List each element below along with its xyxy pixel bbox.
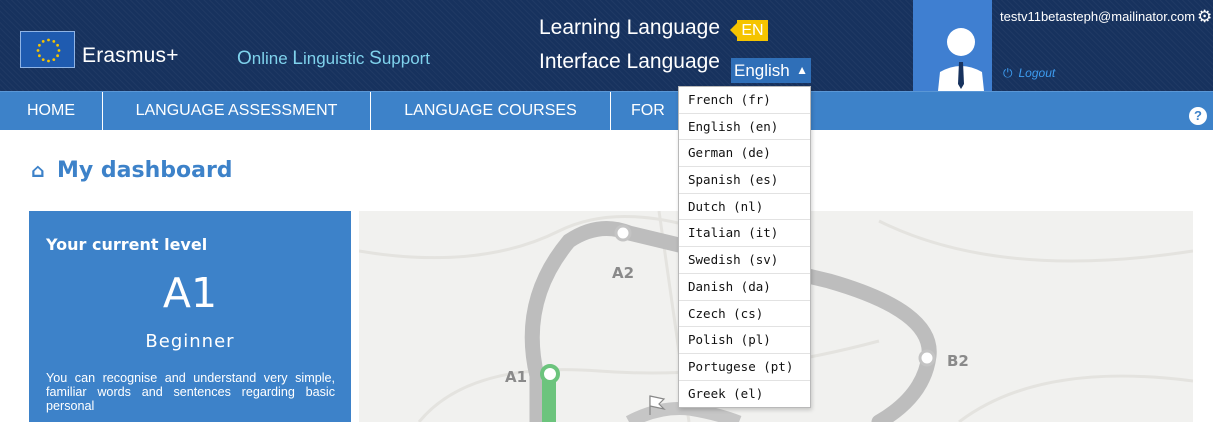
home-icon: ⌂ [31, 160, 45, 182]
power-icon: ⏻ [1003, 66, 1013, 80]
language-option-fr[interactable]: French (fr) [679, 87, 810, 114]
main-nav: HOME LANGUAGE ASSESSMENT LANGUAGE COURSE… [0, 91, 1213, 130]
nav-home[interactable]: HOME [0, 92, 103, 130]
language-option-pl[interactable]: Polish (pl) [679, 327, 810, 354]
nav-language-assessment[interactable]: LANGUAGE ASSESSMENT [103, 92, 371, 130]
chevron-updown-icon: ▲ [796, 63, 808, 77]
map-label-a2: A2 [612, 264, 634, 282]
eu-flag-icon [20, 31, 75, 68]
language-option-el[interactable]: Greek (el) [679, 381, 810, 408]
nav-language-courses[interactable]: LANGUAGE COURSES [371, 92, 611, 130]
language-option-cs[interactable]: Czech (cs) [679, 301, 810, 328]
language-option-es[interactable]: Spanish (es) [679, 167, 810, 194]
language-option-de[interactable]: German (de) [679, 140, 810, 168]
interface-language-label: Interface Language [539, 50, 720, 73]
site-header: Erasmus+ Online Linguistic Support Learn… [0, 0, 1213, 91]
help-icon[interactable]: ? [1189, 107, 1207, 125]
language-option-it[interactable]: Italian (it) [679, 220, 810, 248]
interface-language-dropdown: French (fr) English (en) German (de) Spa… [678, 86, 811, 408]
map-label-b2: B2 [947, 352, 969, 370]
level-code: A1 [162, 269, 218, 317]
gear-icon[interactable]: ⚙ [1197, 7, 1212, 27]
learning-language-badge[interactable]: EN [737, 20, 768, 41]
level-name: Beginner [145, 331, 235, 352]
language-option-nl[interactable]: Dutch (nl) [679, 194, 810, 221]
current-level-card: Your current level A1 Beginner You can r… [29, 211, 351, 422]
language-option-da[interactable]: Danish (da) [679, 274, 810, 301]
interface-language-select[interactable]: English ▲ [731, 58, 811, 83]
language-option-en[interactable]: English (en) [679, 114, 810, 141]
ols-logo-text[interactable]: Online Linguistic Support [237, 48, 430, 70]
logout-link[interactable]: ⏻ Logout [1003, 66, 1055, 81]
page-title: ⌂ My dashboard [31, 158, 233, 183]
language-option-pt[interactable]: Portugese (pt) [679, 354, 810, 381]
level-heading: Your current level [46, 235, 208, 254]
user-avatar-icon[interactable] [913, 0, 992, 91]
erasmus-brand[interactable]: Erasmus+ [82, 44, 179, 68]
map-label-a1: A1 [505, 368, 527, 386]
learning-language-label: Learning Language [539, 16, 721, 39]
user-email[interactable]: testv11betasteph@mailinator.com [1000, 9, 1195, 24]
language-option-sv[interactable]: Swedish (sv) [679, 247, 810, 274]
interface-language-value: English [734, 61, 790, 80]
level-description: You can recognise and understand very si… [46, 371, 335, 413]
